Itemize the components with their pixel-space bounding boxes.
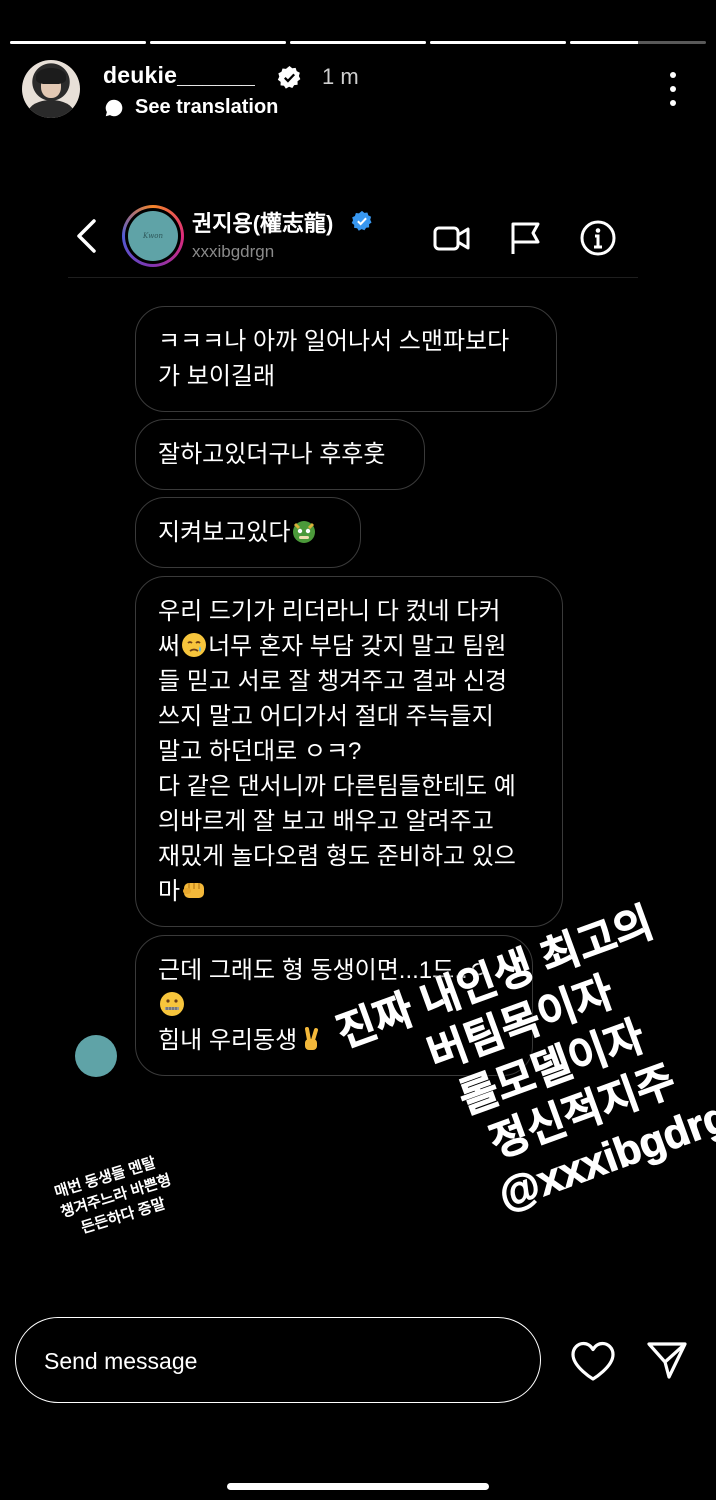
chevron-left-icon bbox=[77, 219, 96, 253]
send-icon[interactable] bbox=[646, 1340, 688, 1380]
sender-avatar bbox=[75, 1035, 117, 1077]
crying-face-emoji-icon bbox=[182, 633, 207, 657]
see-translation-button[interactable]: See translation bbox=[103, 96, 278, 119]
dm-header: Kwon 권지용(權志龍) xxxibgdrgn bbox=[68, 200, 638, 278]
message-bubble: 지켜보고있다 bbox=[135, 497, 361, 568]
crossed-fingers-emoji-icon bbox=[305, 1027, 319, 1050]
progress-segment bbox=[290, 41, 426, 44]
home-indicator bbox=[227, 1483, 489, 1490]
message-text: 힘내 우리동생 bbox=[158, 1027, 298, 1054]
message-text: 써 bbox=[158, 633, 181, 660]
story-header: deukie______ 1 m See translation bbox=[22, 60, 696, 122]
more-vertical-icon[interactable] bbox=[668, 72, 678, 106]
dragon-emoji-icon bbox=[293, 521, 316, 543]
story-progress bbox=[10, 41, 706, 44]
message-text: 재밌게 놀다오렴 형도 준비하고 있으 bbox=[158, 843, 516, 870]
verified-badge-icon bbox=[351, 210, 372, 231]
message-text: 들 믿고 서로 잘 챙겨주고 결과 신경 bbox=[158, 668, 508, 695]
message-text: 너무 혼자 부담 갖지 말고 팀원 bbox=[208, 633, 507, 660]
story-timestamp: 1 m bbox=[322, 64, 359, 89]
verified-badge-icon bbox=[277, 66, 301, 89]
info-icon bbox=[580, 220, 616, 256]
message-text: 다 같은 댄서니까 다른팀들한테도 예 bbox=[158, 773, 516, 800]
avatar[interactable] bbox=[22, 60, 80, 118]
message-text: 쓰지 말고 어디가서 절대 주늑들지 bbox=[158, 703, 494, 730]
progress-segment bbox=[430, 41, 566, 44]
progress-segment bbox=[150, 41, 286, 44]
dm-contact-name: 권지용(權志龍) bbox=[192, 211, 334, 236]
story-username[interactable]: deukie______ bbox=[103, 62, 255, 89]
translate-bubble-icon bbox=[105, 99, 123, 116]
dm-contact-handle: xxxibgdrgn bbox=[192, 242, 275, 261]
message-text: 지켜보고있다 bbox=[158, 519, 291, 546]
progress-segment bbox=[10, 41, 146, 44]
message-bubble: 잘하고있더구나 후후훗 bbox=[135, 419, 425, 490]
story-caption-overlay: 매번 동생들 멘탈 챙겨주느라 바쁜형 든든하다 증말 bbox=[52, 1150, 180, 1244]
message-bubble: ㅋㅋㅋ나 아까 일어나서 스맨파보다 가 보이길래 bbox=[135, 306, 557, 412]
video-call-icon bbox=[433, 226, 470, 251]
heart-icon[interactable] bbox=[570, 1340, 616, 1382]
message-text: 잘하고있더구나 후후훗 bbox=[158, 441, 386, 468]
fist-emoji-icon bbox=[183, 883, 205, 898]
zipper-mouth-emoji-icon bbox=[160, 992, 184, 1016]
flag-icon bbox=[511, 222, 540, 254]
message-text: 우리 드기가 리더라니 다 컸네 다커 bbox=[158, 598, 501, 625]
send-message-field[interactable] bbox=[15, 1317, 541, 1404]
progress-segment bbox=[570, 41, 706, 44]
message-text: 말고 하던대로 ㅇㅋ? bbox=[158, 738, 362, 765]
message-text: ㅋㅋㅋ나 아까 일어나서 스맨파보다 bbox=[158, 328, 510, 355]
message-text: 마 bbox=[158, 878, 181, 905]
message-bubble: 우리 드기가 리더라니 다 컸네 다커 써 너무 혼자 부담 갖지 말고 팀원 들… bbox=[135, 576, 563, 927]
send-message-input[interactable] bbox=[44, 1318, 504, 1404]
see-translation-label: See translation bbox=[135, 96, 279, 118]
message-text: 가 보이길래 bbox=[158, 363, 276, 390]
dm-avatar: Kwon bbox=[122, 205, 184, 267]
message-text: 의바르게 잘 보고 배우고 알려주고 bbox=[158, 808, 494, 835]
